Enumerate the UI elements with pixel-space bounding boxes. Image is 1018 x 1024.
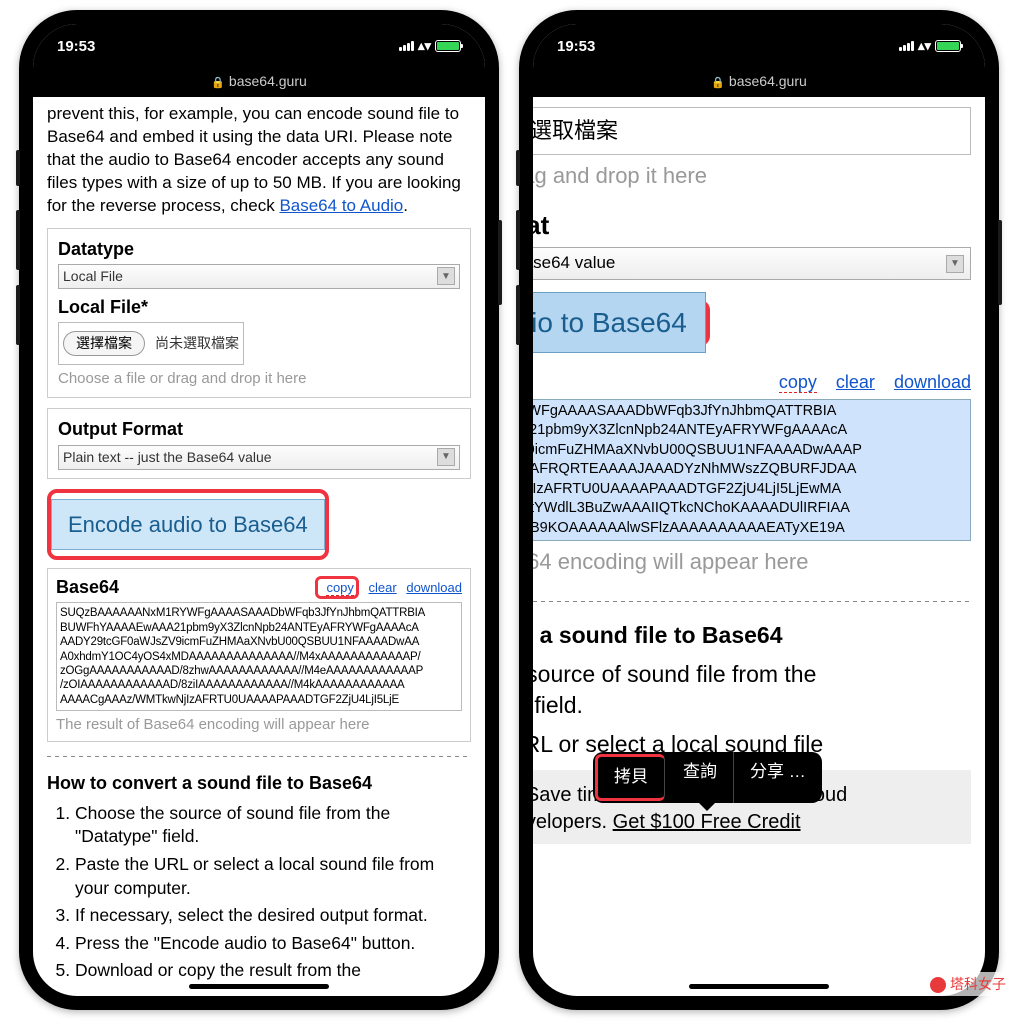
chevron-down-icon: ▼ bbox=[437, 267, 455, 285]
status-time: 19:53 bbox=[557, 38, 595, 55]
howto-list: Choose the source of sound file from the… bbox=[47, 802, 471, 983]
choose-file-button[interactable]: 選擇檔案 bbox=[63, 331, 145, 356]
howto-list: e source of sound file from thee" field.… bbox=[533, 659, 971, 760]
base64-to-audio-link[interactable]: Base64 to Audio bbox=[279, 196, 403, 215]
datatype-box: Datatype Local File ▼ Local File* 選擇檔案 尚… bbox=[47, 228, 471, 399]
home-indicator[interactable] bbox=[189, 984, 329, 989]
howto-step: If necessary, select the desired output … bbox=[75, 904, 471, 928]
url-domain: base64.guru bbox=[729, 73, 807, 89]
output-format-label: ormat bbox=[533, 208, 971, 243]
highlight-encode-button: Encode audio to Base64 bbox=[47, 489, 329, 561]
howto-step: Press the "Encode audio to Base64" butto… bbox=[75, 932, 471, 956]
divider bbox=[47, 756, 471, 757]
wifi-icon: ▴▾ bbox=[918, 38, 931, 54]
wifi-icon: ▴▾ bbox=[418, 38, 431, 54]
notch bbox=[159, 24, 359, 54]
chevron-down-icon: ▼ bbox=[437, 448, 455, 466]
battery-icon bbox=[435, 40, 461, 52]
url-bar[interactable]: 🔒 base64.guru bbox=[533, 68, 985, 97]
lock-icon: 🔒 bbox=[711, 77, 725, 89]
status-time: 19:53 bbox=[57, 38, 95, 55]
file-hint: Choose a file or drag and drop it here bbox=[58, 369, 460, 389]
download-link[interactable]: download bbox=[894, 372, 971, 392]
divider bbox=[533, 601, 971, 602]
output-format-select[interactable]: the Base64 value ▼ bbox=[533, 247, 971, 280]
file-status: 尚未選取檔案 bbox=[533, 118, 618, 143]
howto-step: Choose the source of sound file from the… bbox=[75, 802, 471, 849]
url-bar[interactable]: 🔒 base64.guru bbox=[33, 68, 485, 97]
base64-output-box: Base64 copy clear download SUQzBAAAAAANx… bbox=[47, 568, 471, 742]
result-hint: The result of Base64 encoding will appea… bbox=[56, 715, 462, 735]
datatype-select[interactable]: Local File ▼ bbox=[58, 264, 460, 289]
phone-left: 19:53 ▴▾ 🔒 base64.guru prevent this, for … bbox=[19, 10, 499, 1010]
base64-textarea-selected[interactable]: xM1RYWFgAAAASAAADbWFqb3JfYnJhbmQATTRBIA … bbox=[533, 399, 971, 542]
side-button bbox=[516, 210, 520, 270]
datatype-label: Datatype bbox=[58, 237, 460, 261]
ad-link[interactable]: Get $100 Free Credit bbox=[613, 811, 801, 833]
highlight-encode-button: udio to Base64 bbox=[533, 300, 710, 346]
base64-textarea[interactable]: SUQzBAAAAAANxM1RYWFgAAAASAAADbWFqb3JfYnJ… bbox=[56, 602, 462, 711]
side-button bbox=[998, 220, 1002, 305]
side-button bbox=[16, 285, 20, 345]
watermark: 塔科女子 bbox=[924, 972, 1012, 996]
highlight-copy: copy bbox=[315, 576, 358, 600]
howto-step: Download or copy the result from the bbox=[75, 959, 471, 983]
copy-link[interactable]: copy bbox=[326, 580, 353, 596]
file-input-box[interactable]: 尚未選取檔案 bbox=[533, 107, 971, 155]
localfile-label: Local File* bbox=[58, 295, 460, 319]
selection-tooltip: 拷貝 查詢 分享 … bbox=[593, 752, 822, 803]
side-button bbox=[16, 150, 20, 186]
copy-link[interactable]: copy bbox=[779, 372, 817, 393]
intro-paragraph: prevent this, for example, you can encod… bbox=[47, 103, 471, 218]
howto-step: e source of sound file from thee" field. bbox=[533, 659, 971, 721]
side-button bbox=[516, 285, 520, 345]
signal-icon bbox=[899, 41, 914, 51]
clear-link[interactable]: clear bbox=[369, 580, 397, 595]
phone-right: 19:53 ▴▾ 🔒 base64.guru 尚未選取檔案 or drag and… bbox=[519, 10, 999, 1010]
howto-step: Paste the URL or select a local sound fi… bbox=[75, 853, 471, 900]
base64-label: Base64 bbox=[56, 575, 119, 599]
encode-button[interactable]: Encode audio to Base64 bbox=[51, 499, 325, 551]
output-format-label: Output Format bbox=[58, 417, 460, 441]
side-button bbox=[516, 150, 520, 186]
output-format-box: Output Format Plain text -- just the Bas… bbox=[47, 408, 471, 478]
signal-icon bbox=[399, 41, 414, 51]
download-link[interactable]: download bbox=[406, 580, 462, 595]
watermark-icon bbox=[930, 977, 946, 993]
encode-button[interactable]: udio to Base64 bbox=[533, 292, 706, 353]
clear-link[interactable]: clear bbox=[836, 372, 875, 392]
lock-icon: 🔒 bbox=[211, 77, 225, 89]
side-button bbox=[498, 220, 502, 305]
howto-heading: nvert a sound file to Base64 bbox=[533, 620, 971, 651]
result-hint: Base64 encoding will appear here bbox=[533, 547, 971, 577]
drag-hint: or drag and drop it here bbox=[533, 161, 971, 191]
notch bbox=[659, 24, 859, 54]
output-format-select[interactable]: Plain text -- just the Base64 value ▼ bbox=[58, 445, 460, 470]
url-domain: base64.guru bbox=[229, 73, 307, 89]
tooltip-share[interactable]: 分享 … bbox=[734, 752, 822, 803]
tooltip-lookup[interactable]: 查詢 bbox=[667, 752, 734, 803]
chevron-down-icon: ▼ bbox=[946, 255, 964, 273]
side-button bbox=[16, 210, 20, 270]
battery-icon bbox=[935, 40, 961, 52]
file-status: 尚未選取檔案 bbox=[155, 334, 239, 353]
tooltip-copy[interactable]: 拷貝 bbox=[595, 754, 665, 801]
home-indicator[interactable] bbox=[689, 984, 829, 989]
howto-heading: How to convert a sound file to Base64 bbox=[47, 771, 471, 795]
